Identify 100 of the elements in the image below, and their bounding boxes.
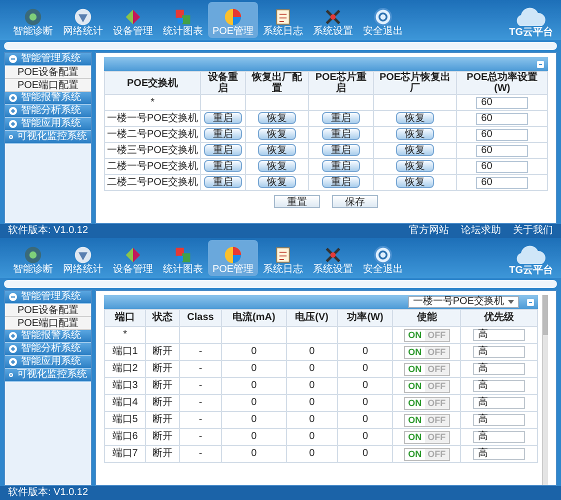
footer-link[interactable]: 关于我们 — [513, 225, 553, 237]
nav-item[interactable]: 网络统计 — [58, 2, 108, 38]
nav-item[interactable]: 设备管理 — [108, 240, 158, 276]
column-header: 恢复出厂配置 — [245, 72, 309, 94]
table-button[interactable]: 重启 — [204, 112, 242, 124]
on-off-toggle[interactable]: ON OFF — [404, 430, 450, 444]
nav-item[interactable]: 网络统计 — [58, 240, 108, 276]
table-button[interactable]: 恢复 — [258, 160, 296, 172]
plus-icon — [9, 345, 17, 353]
notepad-icon — [274, 246, 292, 264]
table-cell: 0 — [309, 363, 315, 374]
table-button[interactable]: 重启 — [322, 176, 360, 188]
nav-item[interactable]: 系统日志 — [258, 2, 308, 38]
on-off-toggle[interactable]: ON OFF — [404, 380, 450, 392]
table-button[interactable]: 恢复 — [258, 112, 296, 124]
power-icon — [374, 246, 392, 264]
table-cell: 0 — [309, 346, 315, 357]
table-button[interactable]: 恢复 — [396, 128, 434, 140]
column-header: 电压(V) — [286, 310, 338, 326]
power-field[interactable]: 60 — [476, 96, 528, 108]
priority-select[interactable]: 高 — [473, 397, 526, 409]
table-cell: 0 — [251, 414, 257, 425]
table-cell: 0 — [362, 346, 368, 357]
sidebar-item[interactable]: POE设备配置 — [5, 66, 91, 79]
nav-item[interactable]: 统计图表 — [158, 240, 208, 276]
power-field[interactable]: 60 — [476, 176, 528, 188]
column-header: 状态 — [146, 310, 180, 326]
table-button[interactable]: 恢复 — [396, 112, 434, 124]
nav-item[interactable]: 智能诊断 — [8, 2, 58, 38]
table-button[interactable]: 恢复 — [396, 176, 434, 188]
table-cell: 0 — [362, 448, 368, 459]
priority-select[interactable]: 高 — [473, 346, 526, 358]
plus-icon — [9, 358, 17, 366]
table-cell: 0 — [362, 397, 368, 408]
scrollbar[interactable] — [542, 295, 548, 485]
footer-link[interactable]: 论坛求助 — [461, 225, 501, 237]
priority-select[interactable]: 高 — [473, 448, 526, 460]
table-cell: 0 — [251, 431, 257, 442]
table-cell: 0 — [362, 431, 368, 442]
nav-item[interactable]: 安全退出 — [358, 2, 408, 38]
table-cell: 断开 — [152, 380, 172, 391]
nav-item[interactable]: 系统设置 — [308, 2, 358, 38]
table-button[interactable]: 重启 — [204, 160, 242, 172]
power-field[interactable]: 60 — [476, 128, 528, 140]
table-button[interactable]: 重启 — [204, 144, 242, 156]
form-button[interactable]: 重置 — [274, 195, 320, 208]
on-off-toggle[interactable]: ON OFF — [404, 414, 450, 426]
table-button[interactable]: 恢复 — [396, 144, 434, 156]
column-header: POE芯片恢复出厂 — [373, 72, 457, 94]
priority-select[interactable]: 高 — [473, 329, 526, 341]
collapse-icon[interactable] — [527, 298, 534, 306]
minus-icon — [9, 293, 17, 301]
footer-link[interactable]: 官方网站 — [409, 225, 449, 237]
table-cell: 端口5 — [112, 414, 138, 425]
collapse-icon[interactable] — [537, 60, 544, 68]
table-button[interactable]: 重启 — [322, 160, 360, 172]
on-off-toggle[interactable]: ON OFF — [404, 448, 450, 460]
priority-select[interactable]: 高 — [473, 414, 526, 426]
priority-select[interactable]: 高 — [473, 363, 526, 375]
priority-select[interactable]: 高 — [473, 431, 526, 443]
sidebar-item[interactable]: POE设备配置 — [5, 304, 91, 317]
nav-item[interactable]: 智能诊断 — [8, 240, 58, 276]
power-field[interactable]: 60 — [476, 112, 528, 124]
table-button[interactable]: 重启 — [204, 176, 242, 188]
table-button[interactable]: 重启 — [204, 128, 242, 140]
sidebar-item[interactable]: POE端口配置 — [5, 317, 91, 330]
on-off-toggle[interactable]: ON OFF — [404, 396, 450, 410]
table-cell: 0 — [309, 380, 315, 391]
on-off-toggle[interactable]: ON OFF — [404, 362, 450, 376]
minus-icon — [9, 55, 17, 63]
table-button[interactable]: 恢复 — [258, 176, 296, 188]
nav-item[interactable]: 系统设置 — [308, 240, 358, 276]
priority-select[interactable]: 高 — [473, 380, 526, 392]
table-button[interactable]: 重启 — [322, 128, 360, 140]
nav-item[interactable]: 设备管理 — [108, 2, 158, 38]
power-icon — [374, 8, 392, 26]
nav-item[interactable]: 统计图表 — [158, 2, 208, 38]
form-button[interactable]: 保存 — [332, 195, 378, 208]
power-field[interactable]: 60 — [476, 144, 528, 156]
table-button[interactable]: 恢复 — [258, 144, 296, 156]
nav-item[interactable]: 安全退出 — [358, 240, 408, 276]
power-field[interactable]: 60 — [476, 160, 528, 172]
table-cell: 端口6 — [112, 431, 138, 442]
switch-select[interactable]: 一楼一号POE交换机 — [408, 296, 519, 308]
table-cell: 端口3 — [112, 380, 138, 391]
on-off-toggle[interactable]: ON OFF — [404, 328, 450, 342]
logo: TG云平台 — [509, 7, 553, 38]
table-cell: 断开 — [152, 346, 172, 357]
sidebar-item[interactable]: POE端口配置 — [5, 79, 91, 92]
table-button[interactable]: 恢复 — [396, 160, 434, 172]
nav-item[interactable]: 系统日志 — [258, 240, 308, 276]
table-button[interactable]: 重启 — [322, 112, 360, 124]
table-button[interactable]: 恢复 — [258, 128, 296, 140]
column-header: Class — [179, 310, 222, 326]
table-cell: 0 — [251, 380, 257, 391]
version-text: 软件版本: V1.0.12 — [8, 225, 88, 237]
on-off-toggle[interactable]: ON OFF — [404, 346, 450, 358]
column-header: POE总功率设置(W) — [456, 72, 548, 94]
table-button[interactable]: 重启 — [322, 144, 360, 156]
table-cell: 0 — [362, 380, 368, 391]
